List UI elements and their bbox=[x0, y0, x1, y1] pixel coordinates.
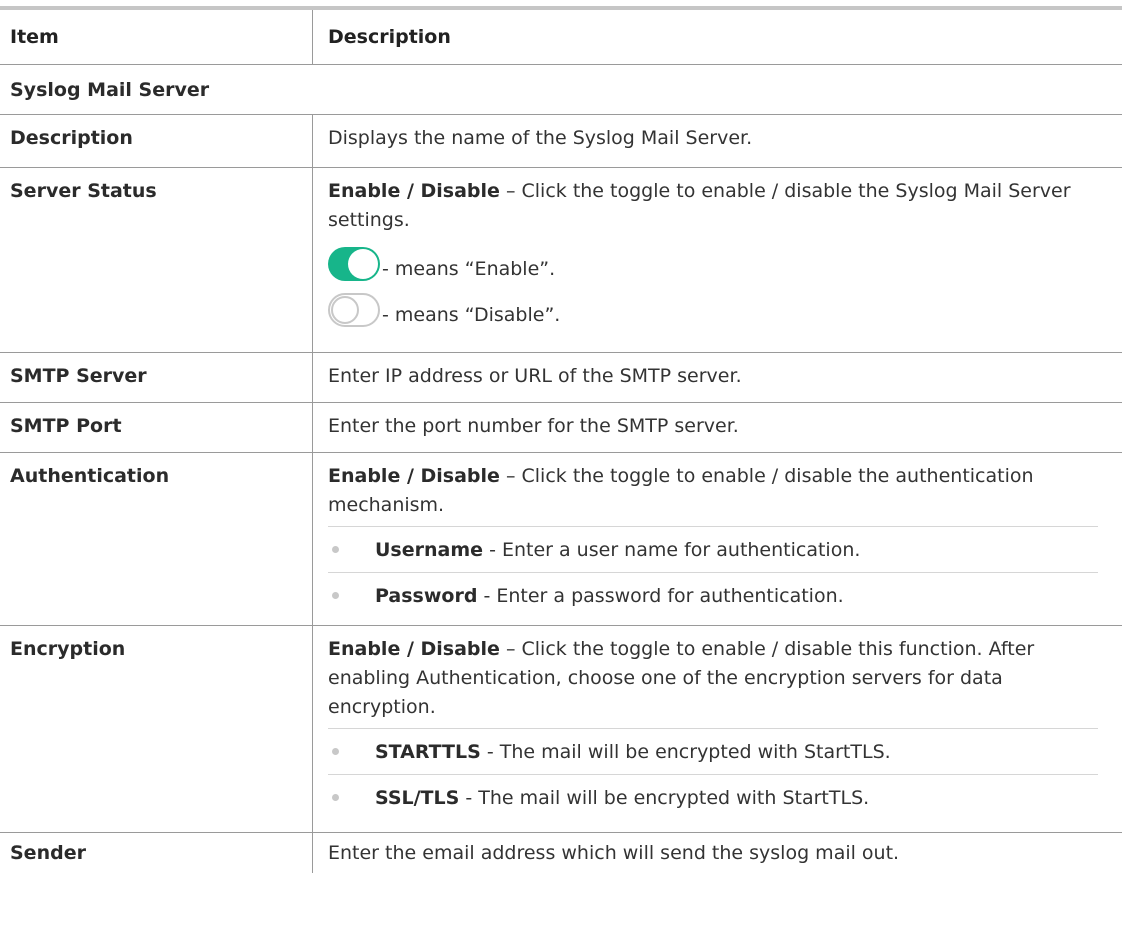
item-label: Encryption bbox=[10, 638, 126, 660]
table-row-smtp-server: SMTP Server Enter IP address or URL of t… bbox=[0, 353, 1122, 403]
enable-disable-label: Enable / Disable bbox=[328, 465, 500, 487]
table-row-description: Description Displays the name of the Sys… bbox=[0, 115, 1122, 168]
list-item: SSL/TLS - The mail will be encrypted wit… bbox=[328, 774, 1098, 820]
parameter-table: Item Description Syslog Mail Server Desc… bbox=[0, 6, 1122, 873]
disable-text: - means “Disable”. bbox=[382, 304, 561, 326]
toggle-off-icon bbox=[328, 293, 380, 327]
item-text: Enable / Disable – Click the toggle to e… bbox=[328, 638, 1035, 718]
item-text: Enter the email address which will send … bbox=[328, 842, 900, 864]
item-text: Enable / Disable – Click the toggle to e… bbox=[328, 180, 1071, 231]
bullet-icon bbox=[332, 794, 339, 801]
item-label: SMTP Port bbox=[10, 415, 122, 437]
item-text: Enter the port number for the SMTP serve… bbox=[328, 415, 739, 437]
item-label: Server Status bbox=[10, 180, 157, 202]
header-item: Item bbox=[0, 10, 313, 64]
table-row-encryption: Encryption Enable / Disable – Click the … bbox=[0, 626, 1122, 833]
header-description: Description bbox=[328, 26, 451, 48]
bullet-icon bbox=[332, 592, 339, 599]
item-label: Authentication bbox=[10, 465, 170, 487]
enable-text: - means “Enable”. bbox=[382, 258, 556, 280]
toggle-on-icon bbox=[328, 247, 380, 281]
list-item: Username - Enter a user name for authent… bbox=[328, 526, 1098, 572]
table-row-smtp-port: SMTP Port Enter the port number for the … bbox=[0, 403, 1122, 453]
table-header-row: Item Description bbox=[0, 10, 1122, 65]
table-row-authentication: Authentication Enable / Disable – Click … bbox=[0, 453, 1122, 626]
table-row-server-status: Server Status Enable / Disable – Click t… bbox=[0, 168, 1122, 353]
item-label: SMTP Server bbox=[10, 365, 147, 387]
item-text: Enable / Disable – Click the toggle to e… bbox=[328, 465, 1034, 516]
item-text: Enter IP address or URL of the SMTP serv… bbox=[328, 365, 742, 387]
enable-example: - means “Enable”. bbox=[328, 241, 1098, 281]
item-label: Description bbox=[10, 127, 133, 149]
bullet-icon bbox=[332, 748, 339, 755]
item-text: Displays the name of the Syslog Mail Ser… bbox=[328, 127, 753, 149]
enable-disable-label: Enable / Disable bbox=[328, 180, 500, 202]
section-title: Syslog Mail Server bbox=[0, 65, 1122, 115]
enable-disable-label: Enable / Disable bbox=[328, 638, 500, 660]
list-item: STARTTLS - The mail will be encrypted wi… bbox=[328, 728, 1098, 774]
list-item: Password - Enter a password for authenti… bbox=[328, 572, 1098, 618]
disable-example: - means “Disable”. bbox=[328, 287, 1098, 327]
table-row-sender: Sender Enter the email address which wil… bbox=[0, 833, 1122, 873]
item-label: Sender bbox=[10, 842, 86, 864]
bullet-icon bbox=[332, 546, 339, 553]
